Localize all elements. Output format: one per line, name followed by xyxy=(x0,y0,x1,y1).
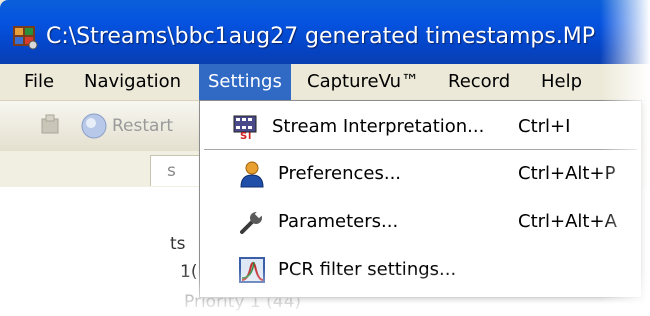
svg-text:S: S xyxy=(240,131,247,141)
tree-text-fragment: ts xyxy=(170,234,186,254)
wrench-icon xyxy=(240,209,264,234)
menu-item-label: Parameters... xyxy=(278,211,399,232)
menu-item-label: PCR filter settings... xyxy=(278,259,457,280)
menu-file[interactable]: File xyxy=(24,64,54,100)
app-window: C:\Streams\bbc1aug27 generated timestamp… xyxy=(0,0,650,316)
pcr-filter-icon xyxy=(239,257,265,283)
menu-capturevu[interactable]: CaptureVu™ xyxy=(307,64,419,100)
menu-item-shortcut: Ctrl+I xyxy=(518,116,571,137)
tab-label: s xyxy=(167,161,176,181)
menu-navigation[interactable]: Navigation xyxy=(84,64,181,100)
menu-settings[interactable]: Settings xyxy=(199,64,291,100)
window-title: C:\Streams\bbc1aug27 generated timestamp… xyxy=(46,24,596,49)
svg-text:I: I xyxy=(248,132,251,141)
title-bar[interactable]: C:\Streams\bbc1aug27 generated timestamp… xyxy=(0,0,650,64)
menu-bar: File Navigation Settings CaptureVu™ Reco… xyxy=(0,64,650,101)
menu-item-parameters[interactable]: Parameters... Ctrl+Alt+A xyxy=(200,202,641,242)
menu-separator xyxy=(204,149,637,150)
menu-item-stream-interpretation[interactable]: S I Stream Interpretation... Ctrl+I xyxy=(200,107,641,147)
restart-button[interactable]: Restart xyxy=(112,113,173,139)
toolbar-tool-icon[interactable] xyxy=(38,113,64,139)
restart-icon[interactable] xyxy=(80,112,108,140)
menu-item-pcr-filter-settings[interactable]: PCR filter settings... xyxy=(200,250,641,290)
app-icon xyxy=(13,26,38,50)
stream-interpretation-icon: S I xyxy=(233,115,257,141)
menu-record[interactable]: Record xyxy=(448,64,510,100)
menu-item-shortcut: Ctrl+Alt+A xyxy=(518,211,617,232)
settings-menu: S I Stream Interpretation... Ctrl+I Pref… xyxy=(199,100,642,298)
menu-help[interactable]: Help xyxy=(541,64,582,100)
menu-item-label: Preferences... xyxy=(278,163,402,184)
menu-item-preferences[interactable]: Preferences... Ctrl+Alt+P xyxy=(200,154,641,194)
menu-item-shortcut: Ctrl+Alt+P xyxy=(518,163,616,184)
menu-item-label: Stream Interpretation... xyxy=(272,116,485,137)
user-icon xyxy=(240,161,264,188)
tree-text-fragment: 1( xyxy=(180,262,198,282)
